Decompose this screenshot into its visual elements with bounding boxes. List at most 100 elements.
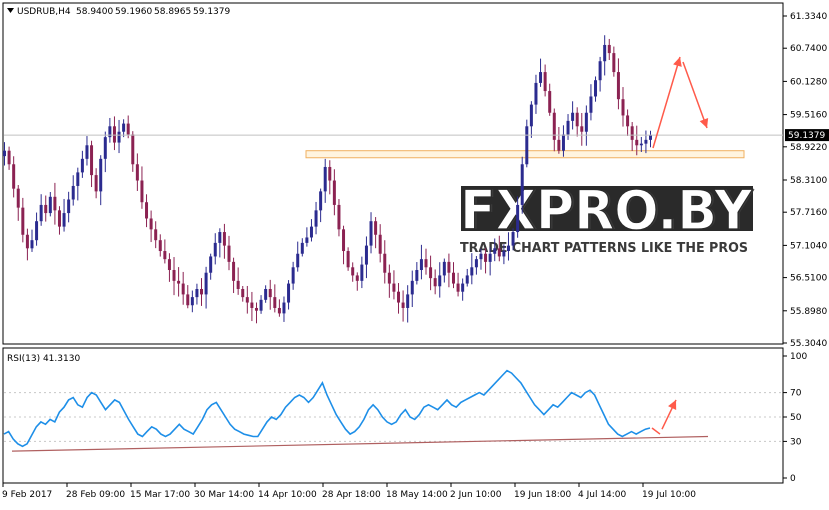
candle-body xyxy=(254,307,258,311)
candle-body xyxy=(383,253,387,273)
rsi-tick-label: 70 xyxy=(790,389,802,399)
candle-body xyxy=(158,240,162,252)
time-tick-label: 9 Feb 2017 xyxy=(2,490,52,500)
candle-body xyxy=(122,123,126,132)
candle-body xyxy=(360,264,364,281)
price-tick-label: 57.7160 xyxy=(790,208,827,218)
candle-body xyxy=(140,180,144,203)
candle-body xyxy=(543,72,547,92)
candle-body xyxy=(511,232,515,246)
candle-body xyxy=(406,294,410,308)
watermark-text-front: FXPRO.BY xyxy=(460,179,753,242)
candle-body xyxy=(474,259,478,268)
candle-body xyxy=(351,267,355,276)
resistance-zone xyxy=(305,150,745,159)
candle-body xyxy=(429,267,433,279)
rsi-axis: 100 70 50 30 0 xyxy=(783,352,807,484)
candle-body xyxy=(145,202,149,219)
candle-body xyxy=(575,112,579,127)
candle-body xyxy=(62,213,66,227)
candle-body xyxy=(337,204,341,230)
ohlc-close: 59.1379 xyxy=(193,7,230,17)
candle-body xyxy=(566,120,570,135)
candle-body xyxy=(250,302,254,308)
candle-body xyxy=(516,204,520,233)
price-tick-label: 57.1040 xyxy=(790,241,827,251)
candle-body xyxy=(639,143,643,146)
candle-body xyxy=(456,283,460,292)
candle-body xyxy=(332,180,336,205)
candle-body xyxy=(621,99,625,116)
candle-body xyxy=(154,229,158,241)
candle-body xyxy=(415,270,419,281)
candle-body xyxy=(630,126,634,140)
rsi-tick-label: 0 xyxy=(790,474,796,484)
candle-body xyxy=(314,210,318,227)
candle-body xyxy=(236,280,240,289)
candle-body xyxy=(465,275,469,284)
rsi-tick-label: 50 xyxy=(790,413,802,423)
candle-body xyxy=(57,210,61,227)
candle-body xyxy=(461,283,465,292)
candle-body xyxy=(557,139,561,151)
candle-body xyxy=(488,253,492,262)
time-tick-label: 14 Apr 10:00 xyxy=(258,490,317,500)
candle-body xyxy=(167,259,171,271)
candle-body xyxy=(520,164,524,205)
candle-body xyxy=(80,158,84,173)
candle-body xyxy=(296,253,300,268)
candle-body xyxy=(264,288,268,300)
candle-body xyxy=(200,288,204,295)
candle-body xyxy=(67,199,71,214)
candle-body xyxy=(612,53,616,73)
candle-body xyxy=(21,207,25,235)
candle-body xyxy=(16,188,20,208)
candle-body xyxy=(424,259,428,268)
time-tick-label: 19 Jul 10:00 xyxy=(642,490,696,500)
ohlc-open: 58.9400 xyxy=(76,7,113,17)
candle-body xyxy=(30,240,34,249)
candle-body xyxy=(644,139,648,144)
rsi-tick-label: 30 xyxy=(790,437,802,447)
candle-body xyxy=(319,191,323,211)
candle-body xyxy=(342,229,346,252)
candle-body xyxy=(232,261,236,281)
time-axis: 9 Feb 2017 28 Feb 09:00 15 Mar 17:00 30 Mar… xyxy=(2,483,696,500)
candle-body xyxy=(227,245,231,262)
candle-body xyxy=(190,297,194,306)
candle-body xyxy=(112,126,116,143)
candle-body xyxy=(479,253,483,260)
candle-body xyxy=(3,150,6,157)
rsi-title: RSI(13) 41.3130 xyxy=(7,354,80,364)
candle-body xyxy=(603,44,607,62)
candle-body xyxy=(305,237,309,243)
candle-body xyxy=(209,256,213,273)
candle-body xyxy=(195,288,199,298)
candle-body xyxy=(374,221,378,235)
chart-canvas: FXPRO.BY FXPRO.BY TRADE CHART PATTERNS L… xyxy=(2,2,829,500)
symbol-name: USDRUB,H4 xyxy=(17,7,71,17)
price-axis: 61.3340 60.7400 60.1280 59.5160 58.9220 58.31… xyxy=(783,12,827,349)
candle-body xyxy=(328,166,332,181)
time-tick-label: 15 Mar 17:00 xyxy=(130,490,190,500)
chart-window: FXPRO.BY FXPRO.BY TRADE CHART PATTERNS L… xyxy=(0,0,829,506)
price-tick-label: 55.8980 xyxy=(790,307,827,317)
candle-body xyxy=(149,218,153,230)
candle-body xyxy=(172,270,176,281)
time-tick-label: 4 Jul 14:00 xyxy=(578,490,627,500)
candle-body xyxy=(241,288,245,298)
price-tick-label: 60.1280 xyxy=(790,77,827,87)
candle-body xyxy=(364,245,368,265)
candle-body xyxy=(163,251,167,260)
candle-body xyxy=(12,164,16,189)
candle-body xyxy=(607,44,611,54)
candle-body xyxy=(447,261,451,273)
candle-body xyxy=(506,245,510,252)
candle-body xyxy=(48,196,52,214)
candle-body xyxy=(117,131,121,143)
candle-body xyxy=(502,251,506,257)
candle-body xyxy=(493,248,497,254)
candle-body xyxy=(259,299,263,311)
candle-body xyxy=(534,82,538,105)
candle-body xyxy=(571,112,575,121)
